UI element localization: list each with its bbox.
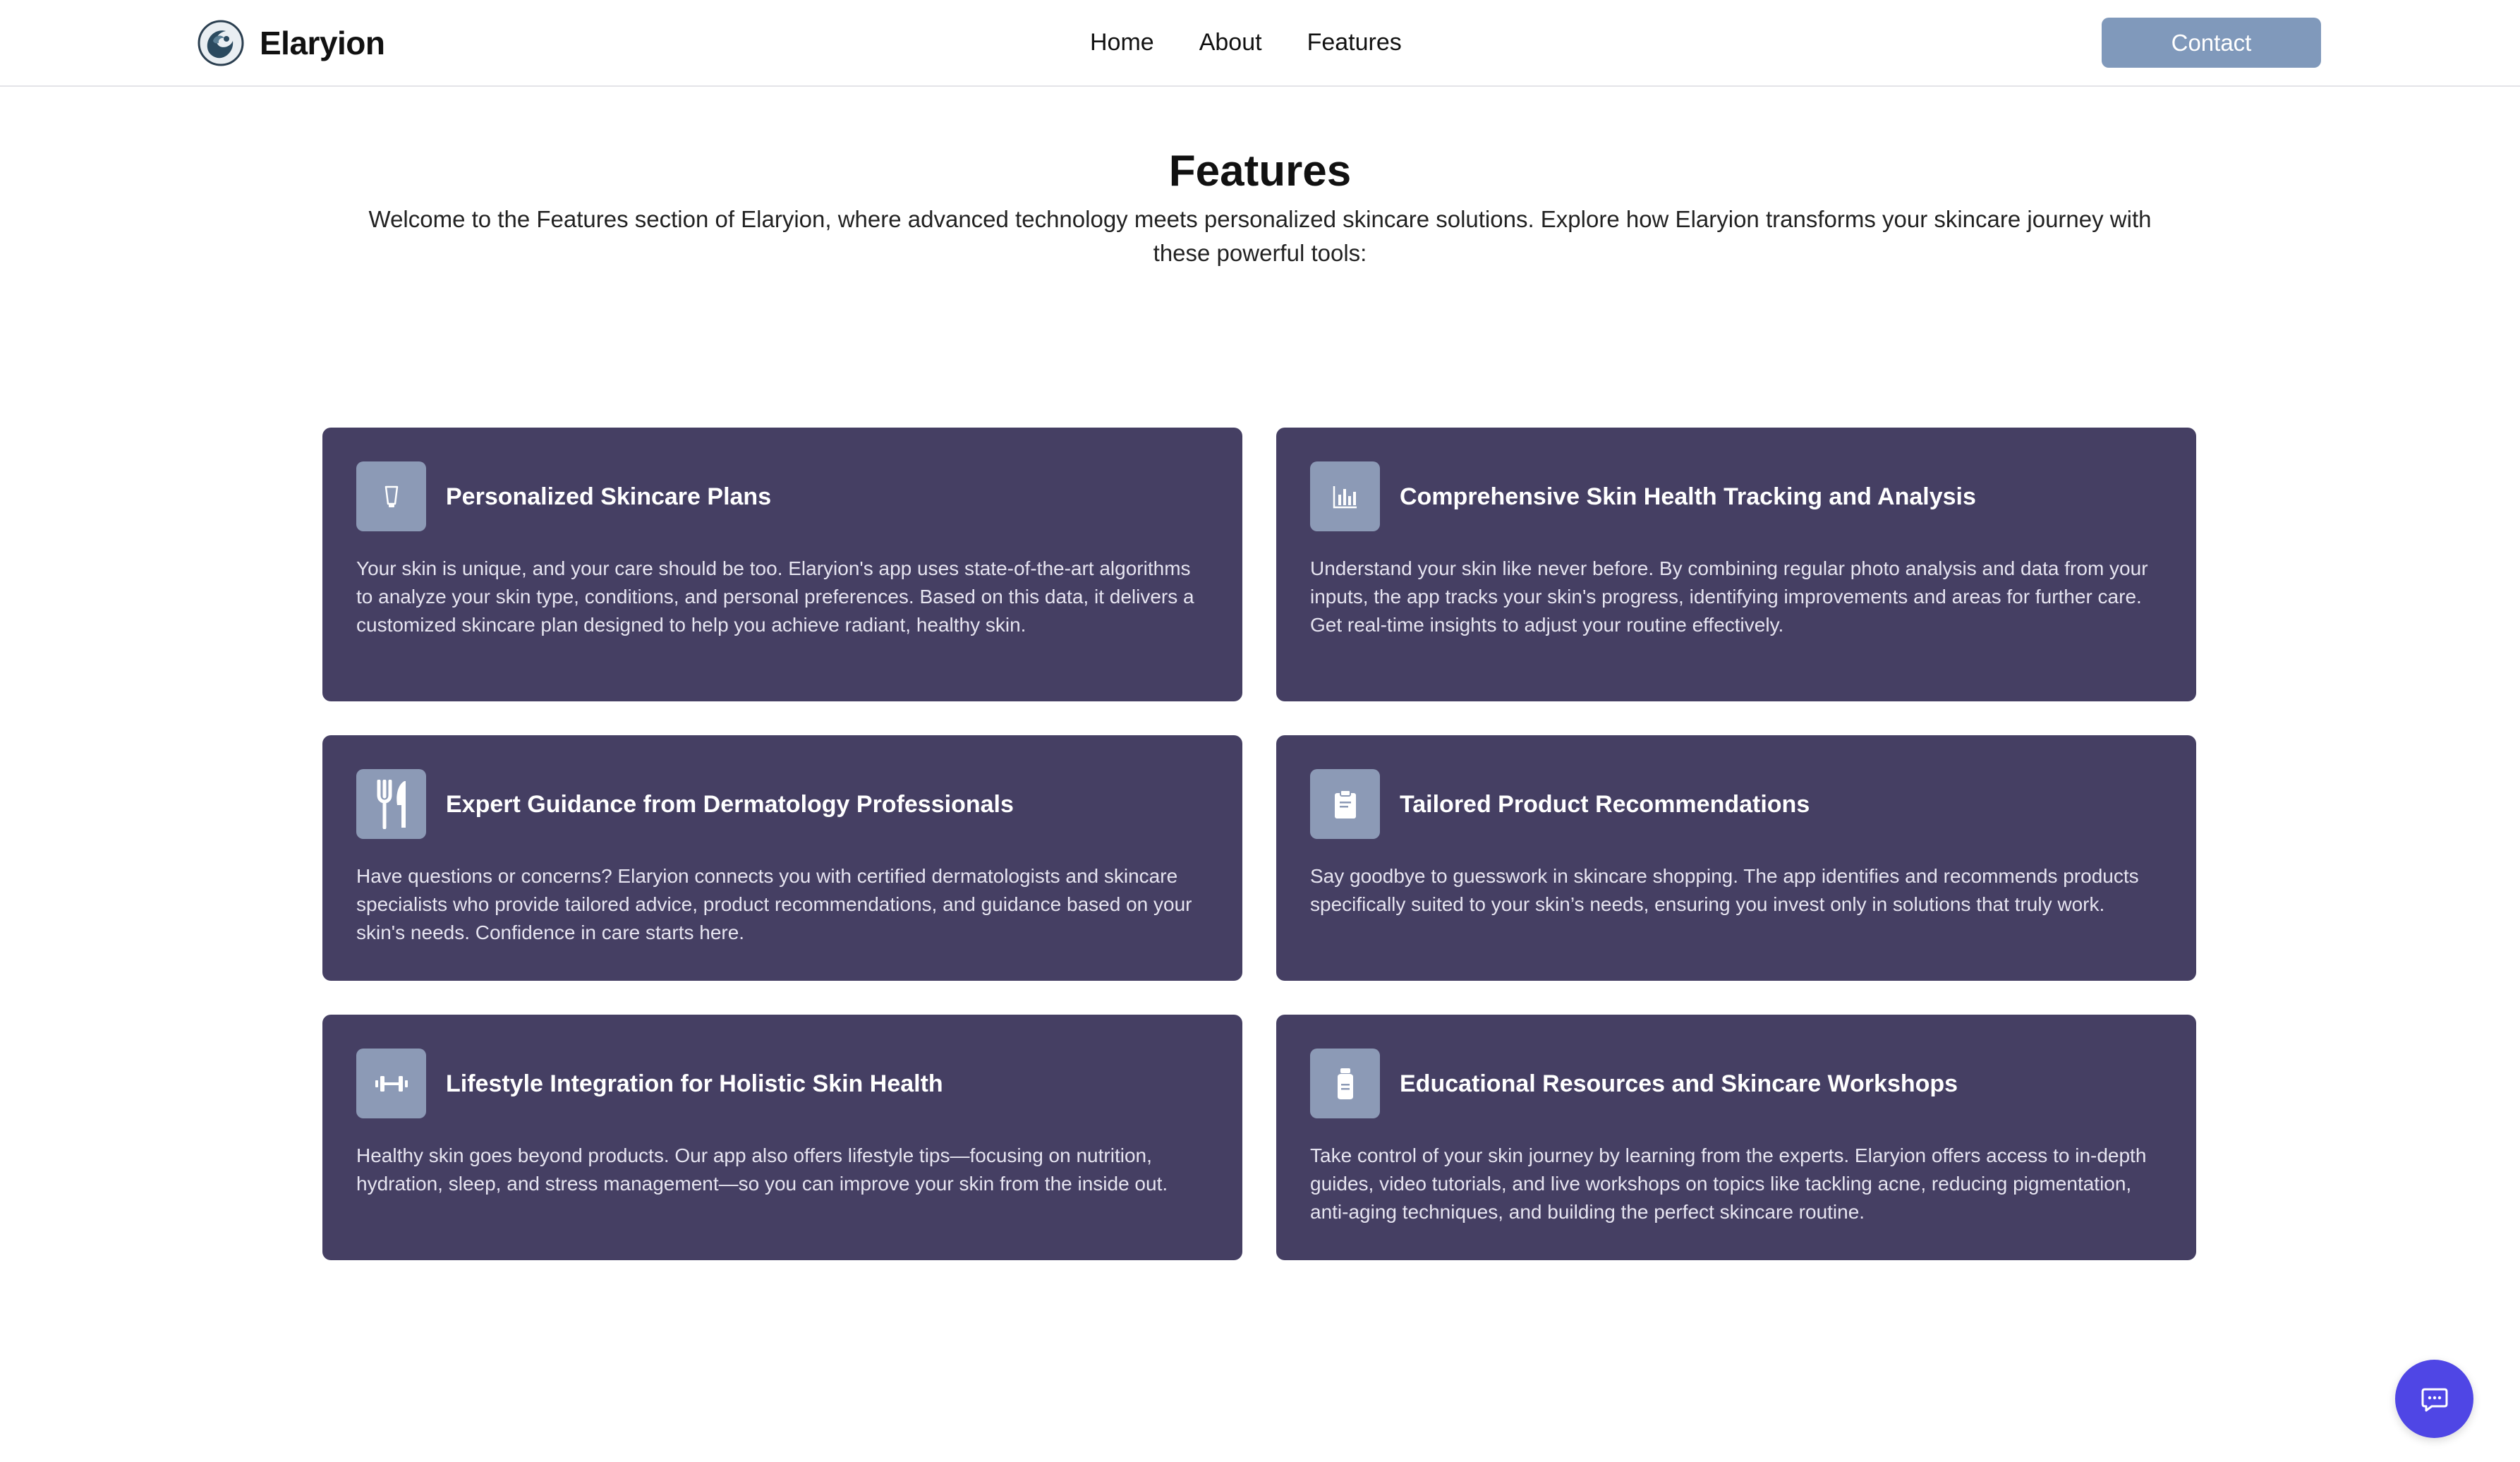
feature-card-expert-guidance: Expert Guidance from Dermatology Profess…: [322, 735, 1242, 981]
feature-card-description: Say goodbye to guesswork in skincare sho…: [1310, 865, 2139, 915]
nav-about-link[interactable]: About: [1199, 27, 1262, 58]
logo-icon: [198, 20, 244, 66]
brand-logo[interactable]: Elaryion: [198, 20, 385, 66]
feature-card-title: Educational Resources and Skincare Works…: [1400, 1070, 1958, 1097]
page-title: Features: [1168, 147, 1352, 195]
dumbbell-icon: [356, 1049, 426, 1118]
feature-card-title: Expert Guidance from Dermatology Profess…: [446, 790, 1014, 818]
feature-card-lifestyle: Lifestyle Integration for Holistic Skin …: [322, 1015, 1242, 1260]
feature-card-title: Personalized Skincare Plans: [446, 483, 772, 510]
clipboard-icon: [1310, 769, 1380, 839]
feature-card-health-tracking: Comprehensive Skin Health Tracking and A…: [1276, 428, 2196, 701]
feature-card-title: Lifestyle Integration for Holistic Skin …: [446, 1070, 943, 1097]
feature-card-title: Tailored Product Recommendations: [1400, 790, 1810, 818]
feature-card-description: Take control of your skin journey by lea…: [1310, 1144, 2147, 1223]
brand-name: Elaryion: [260, 25, 385, 61]
feature-card-title: Comprehensive Skin Health Tracking and A…: [1400, 483, 1976, 510]
feature-card-education: Educational Resources and Skincare Works…: [1276, 1015, 2196, 1260]
chat-button[interactable]: [2395, 1360, 2473, 1438]
top-navbar: Elaryion Home About Features Contact: [0, 0, 2520, 87]
skincare-tube-icon: [356, 461, 426, 531]
bottle-icon: [1310, 1049, 1380, 1118]
feature-card-description: Your skin is unique, and your care shoul…: [356, 557, 1194, 636]
nav-features-link[interactable]: Features: [1307, 27, 1402, 58]
chart-icon: [1310, 461, 1380, 531]
chat-icon: [2421, 1388, 2447, 1411]
feature-card-description: Understand your skin like never before. …: [1310, 557, 2148, 636]
feature-card-personalized-plans: Personalized Skincare Plans Your skin is…: [322, 428, 1242, 701]
feature-card-product-recommendations: Tailored Product Recommendations Say goo…: [1276, 735, 2196, 981]
nav-home-link[interactable]: Home: [1090, 27, 1154, 58]
features-intro: Welcome to the Features section of Elary…: [368, 206, 2152, 266]
main-nav: Home About Features: [1090, 27, 1402, 58]
feature-card-description: Healthy skin goes beyond products. Our a…: [356, 1144, 1168, 1195]
contact-button[interactable]: Contact: [2102, 18, 2321, 68]
feature-card-description: Have questions or concerns? Elaryion con…: [356, 865, 1192, 943]
utensils-icon: [356, 769, 426, 839]
